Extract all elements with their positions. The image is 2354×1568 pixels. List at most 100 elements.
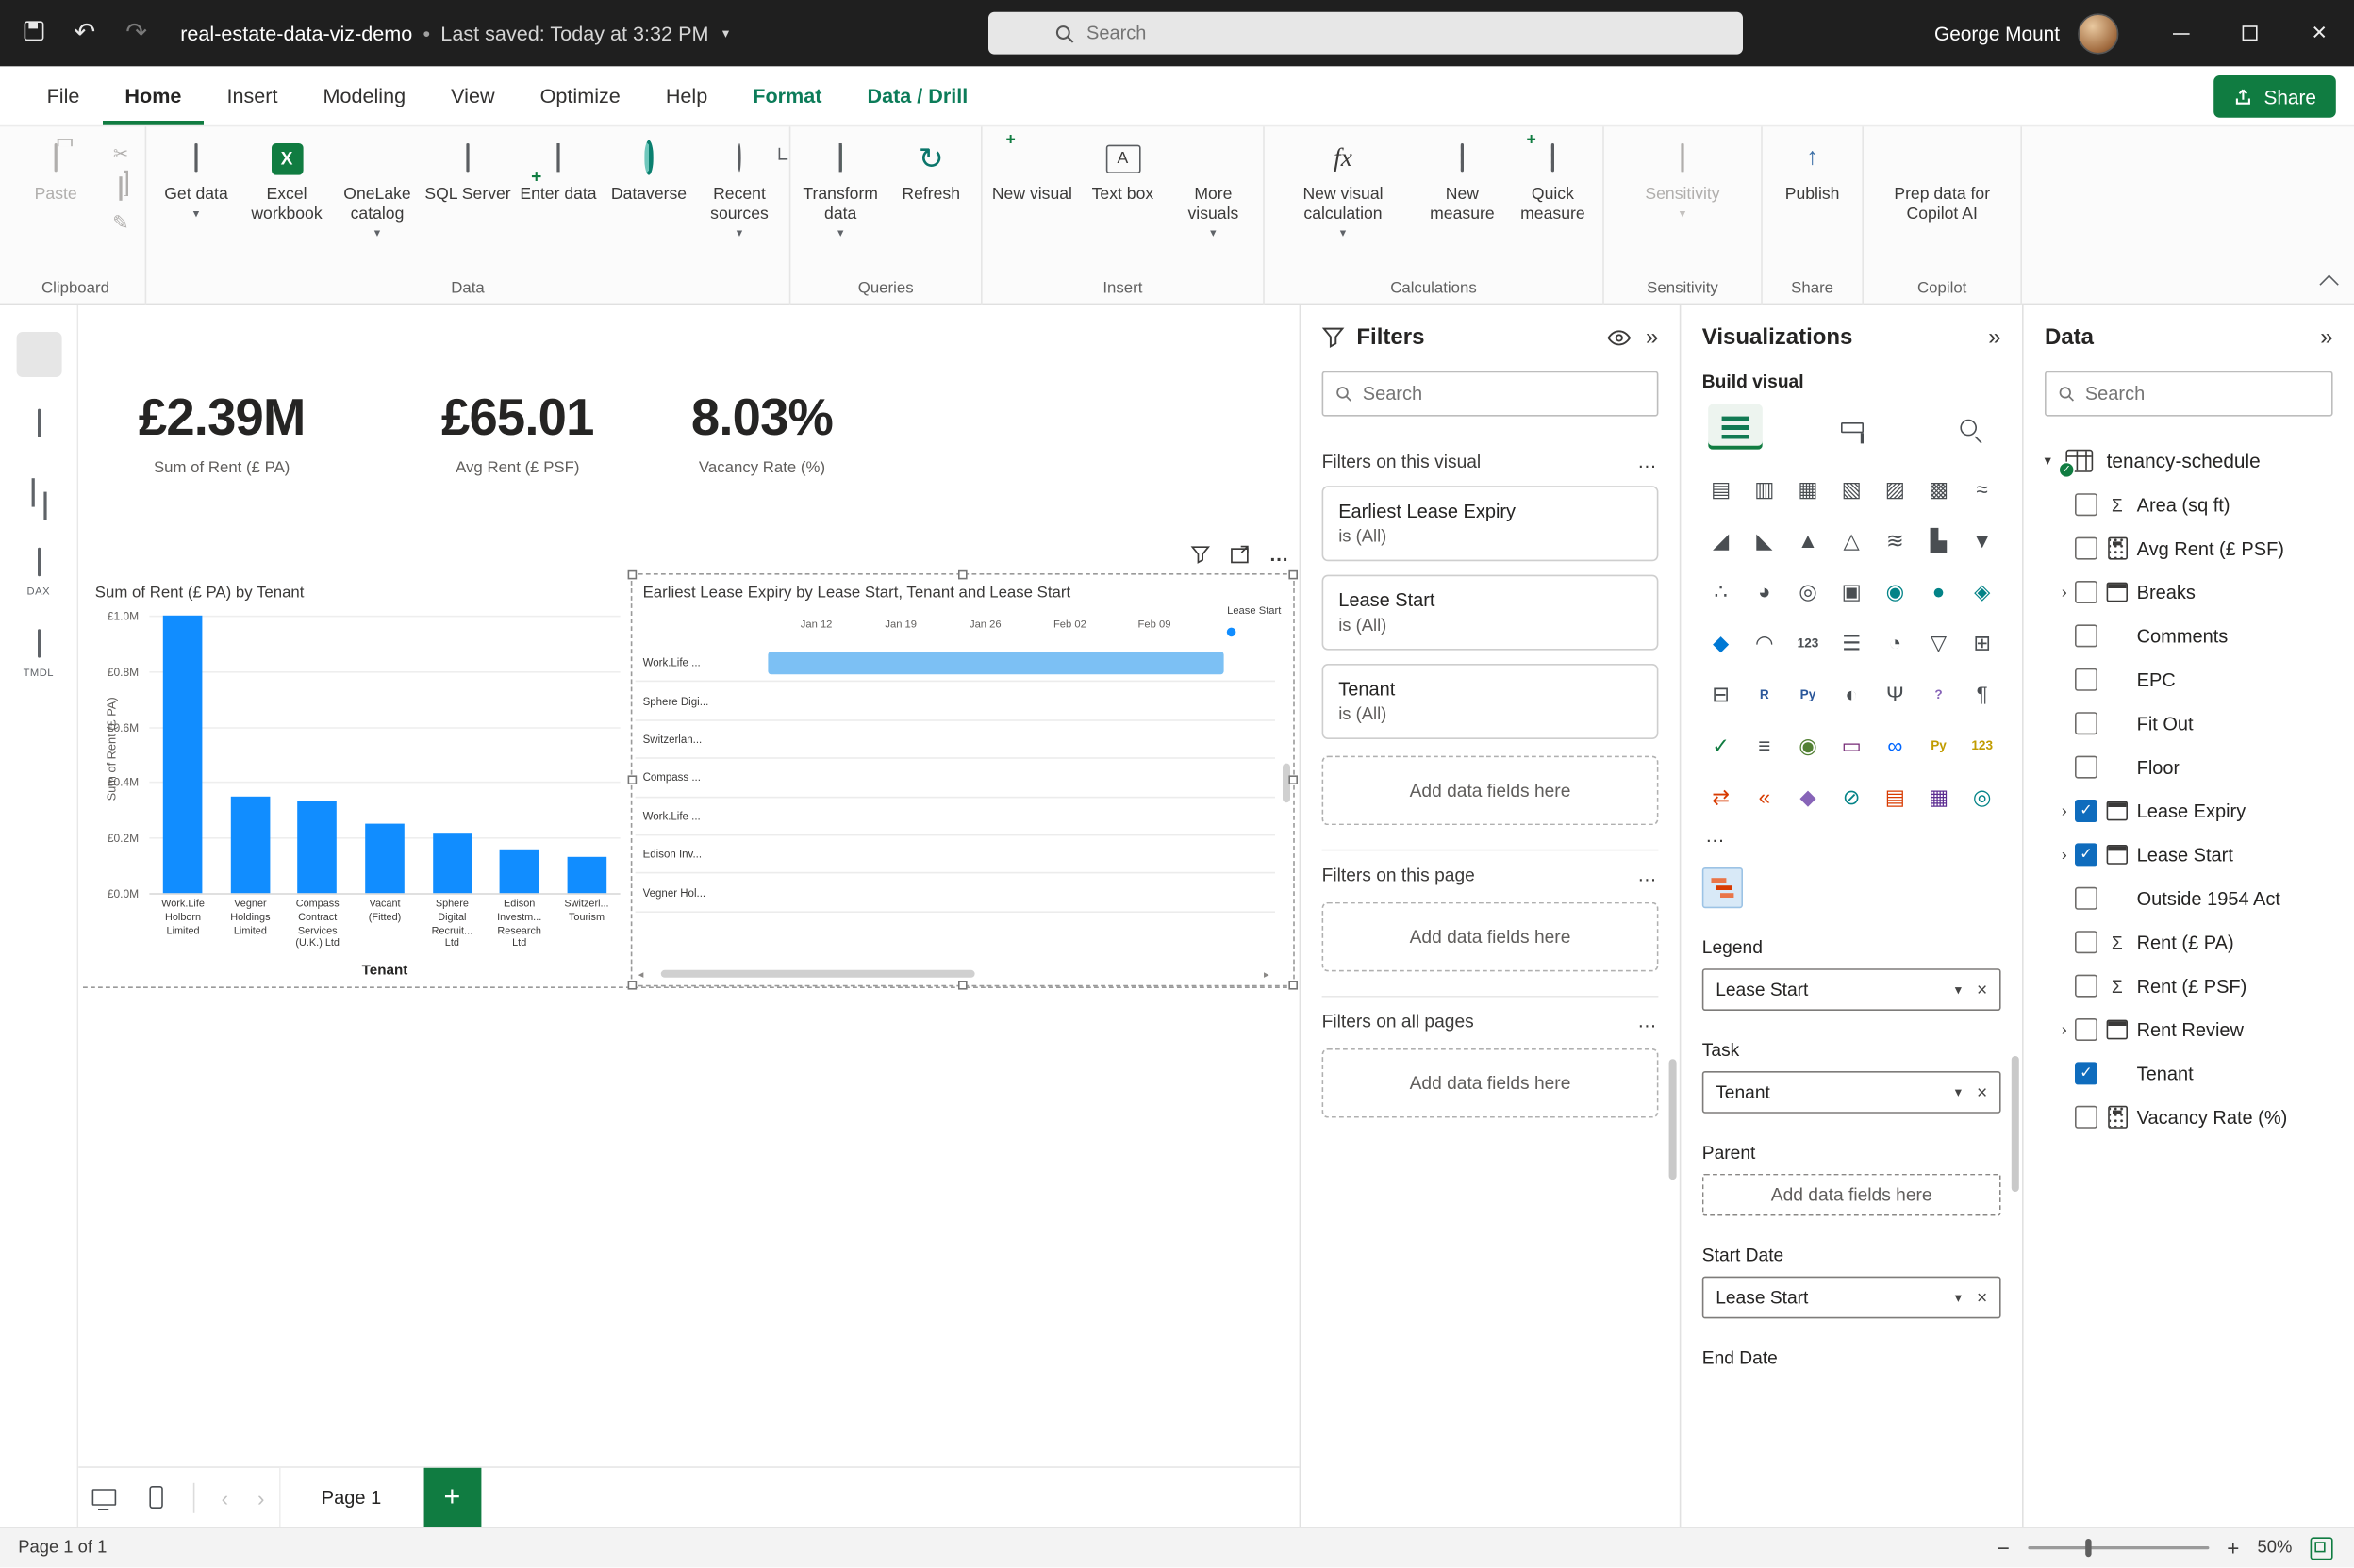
chevron-right-icon[interactable]: › (2054, 801, 2075, 819)
visual-type-custom-grid-visual[interactable]: ▦ (1916, 779, 1960, 815)
ribbon-dataverse-button[interactable]: Dataverse (604, 130, 694, 206)
remove-field-icon[interactable]: × (1977, 1287, 1987, 1308)
chevron-down-icon[interactable]: ▾ (1955, 1289, 1962, 1306)
visual-type-sync-slicer-visual[interactable]: ⇄ (1699, 779, 1743, 815)
visual-type-power-automate[interactable]: ∞ (1873, 727, 1916, 763)
visual-type-custom-donut-visual[interactable]: ◎ (1961, 779, 2004, 815)
filters-search[interactable] (1322, 371, 1659, 417)
chevron-down-icon[interactable]: ▾ (1955, 1084, 1962, 1101)
visual-type-kpi[interactable]: ◔ (1873, 624, 1916, 660)
ribbon-new-visual-calculation-button[interactable]: New visual calculation▾ (1269, 130, 1417, 240)
field-pill-tenant[interactable]: Tenant▾× (1702, 1071, 2001, 1114)
field-row-epc[interactable]: EPC (2035, 658, 2342, 701)
document-title[interactable]: real-estate-data-viz-demo • Last saved: … (180, 22, 729, 44)
filters-search-input[interactable] (1363, 383, 1645, 404)
visual-type-clustered-bar-chart[interactable]: ▦ (1786, 470, 1830, 506)
visual-type-paginated-report[interactable]: ≡ (1743, 727, 1786, 763)
visual-type-calculation-visual[interactable]: 123 (1961, 727, 2004, 763)
share-button[interactable]: Share (2214, 75, 2336, 118)
ribbon-prep-copilot-button[interactable]: Prep data for Copilot AI (1868, 130, 2016, 225)
visual-type-arcgis-map[interactable]: ◉ (1786, 727, 1830, 763)
more-options-icon[interactable]: … (1637, 1009, 1658, 1032)
avatar[interactable] (2078, 13, 2118, 54)
rail-tmdl-view[interactable]: TMDL (6, 616, 72, 685)
remove-field-icon[interactable]: × (1977, 979, 1987, 999)
filter-card-tenant[interactable]: Tenantis (All) (1322, 664, 1659, 739)
field-row-rent-pa[interactable]: ΣRent (£ PA) (2035, 920, 2342, 964)
selection-handle[interactable] (628, 570, 638, 580)
next-page-button[interactable]: › (243, 1486, 279, 1510)
more-visual-types-icon[interactable]: … (1681, 815, 2022, 847)
field-row-comments[interactable]: Comments (2035, 614, 2342, 657)
ribbon-excel-workbook-button[interactable]: Excel workbook (241, 130, 332, 225)
scroll-right-icon[interactable]: ▸ (1264, 967, 1269, 980)
ribbon-quick-measure-button[interactable]: Quick measure (1507, 130, 1598, 225)
filter-card-lease-start[interactable]: Lease Startis (All) (1322, 575, 1659, 651)
rail-model-view[interactable] (6, 465, 72, 522)
checkbox-outside-1954-act[interactable] (2075, 887, 2097, 910)
visual-type-map[interactable]: ◉ (1873, 573, 1916, 609)
ribbon-new-visual-button[interactable]: New visual (986, 130, 1077, 206)
table-row-tenancy-schedule[interactable]: ▾ ✓ tenancy-schedule (2035, 437, 2342, 483)
visual-type-area-chart[interactable]: ◢ (1699, 522, 1743, 558)
chevron-down-icon[interactable]: ▾ (2035, 452, 2060, 469)
visual-type-r-script-visual[interactable]: R (1743, 676, 1786, 712)
filter-card-earliest-lease-expiry[interactable]: Earliest Lease Expiryis (All) (1322, 486, 1659, 561)
bar-vegner-holdings-limited[interactable] (231, 796, 271, 893)
maximize-button[interactable] (2215, 0, 2285, 66)
visual-type-scatter-chart[interactable]: ∴ (1699, 573, 1743, 609)
ribbon-onelake-catalog-button[interactable]: OneLake catalog▾ (332, 130, 423, 240)
scroll-left-icon[interactable]: ◂ (638, 967, 644, 980)
visual-type-key-influencers[interactable]: ◐ (1830, 676, 1873, 712)
visual-type-shape-map[interactable]: ◈ (1961, 573, 2004, 609)
visual-type-azure-map[interactable]: ◆ (1699, 624, 1743, 660)
desktop-layout-button[interactable] (78, 1468, 129, 1528)
visual-type-stacked-bar-chart[interactable]: ▤ (1699, 470, 1743, 506)
menu-tab-file[interactable]: File (25, 66, 103, 124)
field-row-floor[interactable]: Floor (2035, 745, 2342, 788)
analytics-tab[interactable] (1941, 404, 1996, 450)
selection-handle[interactable] (958, 981, 968, 990)
checkbox-floor[interactable] (2075, 756, 2097, 779)
filter-icon[interactable] (1190, 545, 1210, 565)
gantt-horizontal-scrollbar[interactable]: ◂ ▸ (638, 967, 1269, 981)
visual-type-treemap[interactable]: ▣ (1830, 573, 1873, 609)
ribbon-refresh-button[interactable]: Refresh (886, 130, 976, 206)
collapse-pane-icon[interactable]: » (2320, 326, 2332, 349)
checkbox-rent-psf[interactable] (2075, 975, 2097, 998)
field-row-fit-out[interactable]: Fit Out (2035, 701, 2342, 745)
fit-to-page-icon[interactable] (2311, 1537, 2333, 1560)
scroll-track[interactable] (648, 970, 1259, 978)
checkbox-comments[interactable] (2075, 624, 2097, 647)
collapse-pane-icon[interactable]: » (1646, 326, 1658, 349)
redo-button[interactable]: ↷ (125, 18, 147, 48)
gantt-bar[interactable] (768, 652, 1224, 674)
visual-type-stacked-column-chart[interactable]: ▥ (1743, 470, 1786, 506)
field-row-rent-psf[interactable]: ΣRent (£ PSF) (2035, 964, 2342, 1007)
ribbon-publish-button[interactable]: Publish (1767, 130, 1858, 206)
ribbon-recent-sources-button[interactable]: Recent sources▾ (694, 130, 785, 240)
checkbox-tenant[interactable]: ✓ (2075, 1062, 2097, 1084)
format-visual-tab[interactable] (1824, 404, 1879, 450)
visual-type-smart-narrative[interactable]: ¶ (1961, 676, 2004, 712)
bar-switzerl-tourism[interactable] (567, 857, 606, 893)
scroll-thumb[interactable] (660, 970, 974, 978)
chevron-down-icon[interactable]: ▾ (722, 25, 729, 41)
checkbox-lease-start[interactable]: ✓ (2075, 843, 2097, 866)
add-data-fields-drop[interactable]: Add data fields here (1322, 756, 1659, 826)
selection-handle[interactable] (628, 981, 638, 990)
visual-type-pie-chart[interactable]: ◕ (1743, 573, 1786, 609)
ribbon-sql-server-button[interactable]: SQL Server (423, 130, 513, 206)
zoom-out-button[interactable]: − (1998, 1536, 2010, 1560)
visual-type-table[interactable]: ⊞ (1961, 624, 2004, 660)
visual-type-donut-chart[interactable]: ◎ (1786, 573, 1830, 609)
visual-type-slicer[interactable]: ▽ (1916, 624, 1960, 660)
field-row-area-sq-ft[interactable]: ΣArea (sq ft) (2035, 483, 2342, 526)
page-tab[interactable]: Page 1 (279, 1468, 423, 1528)
field-pill-lease-start[interactable]: Lease Start▾× (1702, 1277, 2001, 1319)
checkbox-avg-rent-psf[interactable] (2075, 537, 2097, 560)
visual-type-filled-map[interactable]: ● (1916, 573, 1960, 609)
more-options-icon[interactable]: … (1637, 863, 1658, 885)
visual-type-power-apps[interactable]: ▭ (1830, 727, 1873, 763)
selected-visual-gantt-tile[interactable] (1702, 867, 1743, 908)
